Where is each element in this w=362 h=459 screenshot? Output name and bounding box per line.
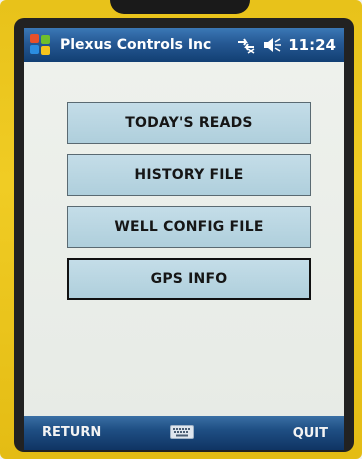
softkey-bar: RETURN QUIT (24, 416, 344, 450)
history-file-button[interactable]: HISTORY FILE (67, 154, 311, 196)
quit-softkey[interactable]: QUIT (293, 426, 328, 441)
status-area: 11:24 (236, 36, 336, 54)
volume-muted-icon[interactable] (262, 36, 282, 54)
device-body: Plexus Controls Inc 11:24 TODAY'S READS … (0, 0, 362, 459)
title-bar: Plexus Controls Inc 11:24 (24, 28, 344, 62)
connectivity-icon[interactable] (236, 36, 256, 54)
gps-info-button[interactable]: GPS INFO (67, 258, 311, 300)
main-menu: TODAY'S READS HISTORY FILE WELL CONFIG F… (24, 62, 344, 416)
device-notch (110, 0, 250, 14)
windows-start-icon[interactable] (30, 34, 52, 56)
well-config-file-button[interactable]: WELL CONFIG FILE (67, 206, 311, 248)
clock-time[interactable]: 11:24 (288, 36, 336, 54)
return-softkey[interactable]: RETURN (42, 425, 101, 440)
app-title: Plexus Controls Inc (60, 37, 212, 53)
screen: Plexus Controls Inc 11:24 TODAY'S READS … (24, 28, 344, 450)
todays-reads-button[interactable]: TODAY'S READS (67, 102, 311, 144)
keyboard-icon[interactable] (170, 425, 194, 439)
